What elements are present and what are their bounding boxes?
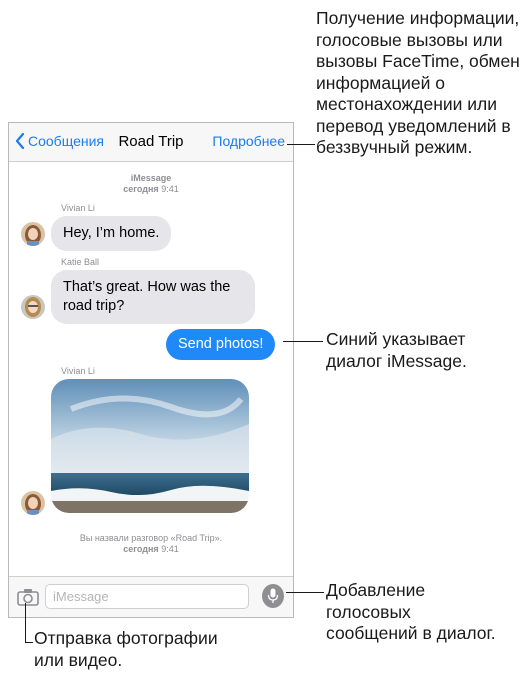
avatar-vivian bbox=[21, 491, 45, 515]
conversation-header: iMessage сегодня 9:41 bbox=[9, 173, 293, 195]
avatar-vivian bbox=[21, 222, 45, 246]
back-button[interactable]: Сообщения bbox=[15, 133, 104, 149]
leader-line-blue bbox=[283, 341, 323, 342]
leader-line-camera-horizontal bbox=[25, 642, 33, 643]
service-label: iMessage bbox=[130, 173, 172, 183]
footer-time: 9:41 bbox=[161, 544, 179, 554]
header-time: 9:41 bbox=[161, 184, 179, 194]
leader-line-audio bbox=[286, 592, 324, 593]
leader-line-details bbox=[287, 144, 315, 145]
input-bar: iMessage bbox=[9, 576, 293, 617]
message-bubble[interactable]: That’s great. How was the road trip? bbox=[51, 270, 255, 324]
header-day: сегодня bbox=[123, 184, 159, 194]
sender-name: Vivian Li bbox=[61, 203, 95, 213]
back-button-label: Сообщения bbox=[28, 133, 104, 149]
sender-name: Vivian Li bbox=[61, 366, 95, 376]
avatar-katie bbox=[21, 295, 45, 319]
message-text: Send photos! bbox=[178, 336, 264, 352]
message-input-placeholder: iMessage bbox=[53, 589, 109, 604]
camera-button[interactable] bbox=[17, 587, 39, 607]
messages-screen: Сообщения Road Trip Подробнее iMessage с… bbox=[8, 122, 294, 618]
footer-day: сегодня bbox=[123, 544, 159, 554]
callout-blue: Синий указывает диалог iMessage. bbox=[326, 329, 467, 371]
callout-details: Получение информации, голосовые вызовы и… bbox=[316, 8, 520, 157]
sent-message-bubble[interactable]: Send photos! bbox=[166, 329, 276, 360]
rename-note: Вы назвали разговор «Road Trip». bbox=[79, 533, 223, 543]
sender-name: Katie Ball bbox=[61, 257, 100, 267]
leader-line-camera-vertical bbox=[25, 603, 26, 643]
chevron-left-icon bbox=[15, 133, 25, 149]
photo-message[interactable] bbox=[51, 379, 249, 513]
conversation-footer: Вы назвали разговор «Road Trip». сегодня… bbox=[9, 533, 293, 555]
callout-camera: Отправка фотографии или видео. bbox=[34, 628, 218, 670]
camera-icon bbox=[17, 589, 39, 606]
navigation-bar: Сообщения Road Trip Подробнее bbox=[9, 123, 293, 162]
message-text: That’s great. How was the road trip? bbox=[63, 279, 231, 314]
microphone-icon bbox=[267, 588, 279, 603]
details-button[interactable]: Подробнее bbox=[212, 133, 285, 149]
conversation-title: Road Trip bbox=[118, 133, 184, 150]
message-input[interactable]: iMessage bbox=[45, 584, 249, 609]
callout-audio: Добавление голосовых сообщений в диалог. bbox=[326, 580, 496, 643]
audio-message-button[interactable] bbox=[262, 584, 284, 608]
message-text: Hey, I’m home. bbox=[63, 225, 160, 241]
message-bubble[interactable]: Hey, I’m home. bbox=[51, 216, 172, 251]
